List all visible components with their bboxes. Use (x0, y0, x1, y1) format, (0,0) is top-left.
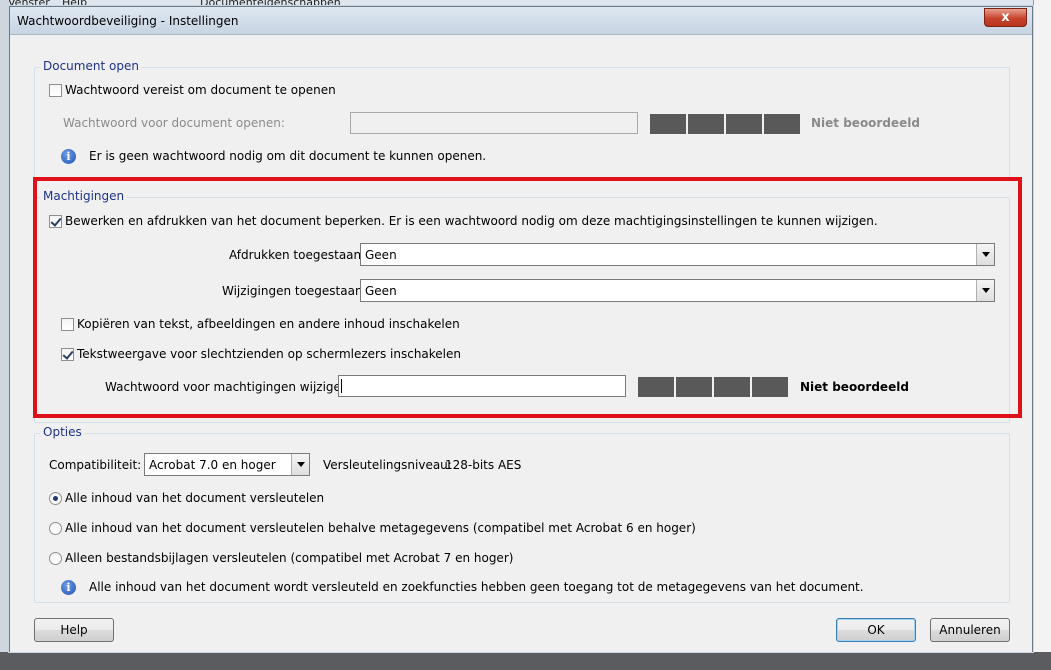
open-password-strength-label: Niet beoordeeld (811, 116, 920, 130)
strength-segment (764, 114, 800, 134)
compatibility-label: Compatibiliteit: (49, 458, 142, 472)
options-group-title: Opties (40, 425, 85, 439)
strength-segment (688, 114, 724, 134)
require-password-checkbox[interactable] (49, 84, 62, 97)
radio-encrypt-except-metadata-label[interactable]: Alle inhoud van het document versleutele… (65, 521, 696, 535)
open-password-field[interactable] (350, 112, 638, 134)
radio-encrypt-all[interactable] (49, 492, 62, 505)
open-password-label: Wachtwoord voor document openen: (63, 116, 285, 130)
options-group: Opties Compatibiliteit: Acrobat 7.0 en h… (34, 425, 1010, 603)
radio-encrypt-except-metadata[interactable] (49, 522, 62, 535)
strength-segment (650, 114, 686, 134)
document-open-group-title: Document open (40, 59, 142, 73)
document-open-group: Document open Wachtwoord vereist om docu… (34, 59, 1010, 179)
encryption-level-label: Versleutelingsniveau: (323, 458, 452, 472)
background-right-panel (1033, 0, 1051, 670)
permissions-highlight-annotation (33, 177, 1022, 418)
background-bottom-bar (0, 652, 1051, 670)
radio-encrypt-attachments[interactable] (49, 552, 62, 565)
compatibility-value: Acrobat 7.0 en hoger (149, 458, 276, 472)
ok-button-label: OK (867, 623, 885, 637)
compatibility-select[interactable]: Acrobat 7.0 en hoger (144, 453, 310, 476)
info-icon: i (61, 149, 76, 164)
help-button[interactable]: Help (34, 618, 114, 642)
close-icon: x (1001, 10, 1010, 25)
cancel-button[interactable]: Annuleren (930, 618, 1010, 642)
cancel-button-label: Annuleren (939, 623, 1001, 637)
radio-encrypt-all-label[interactable]: Alle inhoud van het document versleutele… (65, 491, 324, 505)
strength-segment (726, 114, 762, 134)
chevron-down-icon[interactable] (291, 454, 309, 475)
help-button-label: Help (60, 623, 88, 637)
radio-encrypt-attachments-label[interactable]: Alleen bestandsbijlagen versleutelen (co… (65, 551, 513, 565)
dialog-title: Wachtwoordbeveiliging - Instellingen (17, 14, 239, 28)
background-left-panel (0, 0, 9, 670)
info-icon: i (61, 580, 76, 595)
encryption-level-value: 128-bits AES (445, 458, 522, 472)
require-password-label[interactable]: Wachtwoord vereist om document te openen (65, 83, 336, 97)
open-password-strength-meter (650, 114, 800, 134)
ok-button[interactable]: OK (836, 618, 916, 642)
document-open-info-text: Er is geen wachtwoord nodig om dit docum… (89, 149, 487, 163)
options-info-text: Alle inhoud van het document wordt versl… (89, 580, 864, 594)
close-button[interactable]: x (984, 8, 1027, 27)
dialog-titlebar[interactable]: Wachtwoordbeveiliging - Instellingen x (10, 7, 1032, 35)
